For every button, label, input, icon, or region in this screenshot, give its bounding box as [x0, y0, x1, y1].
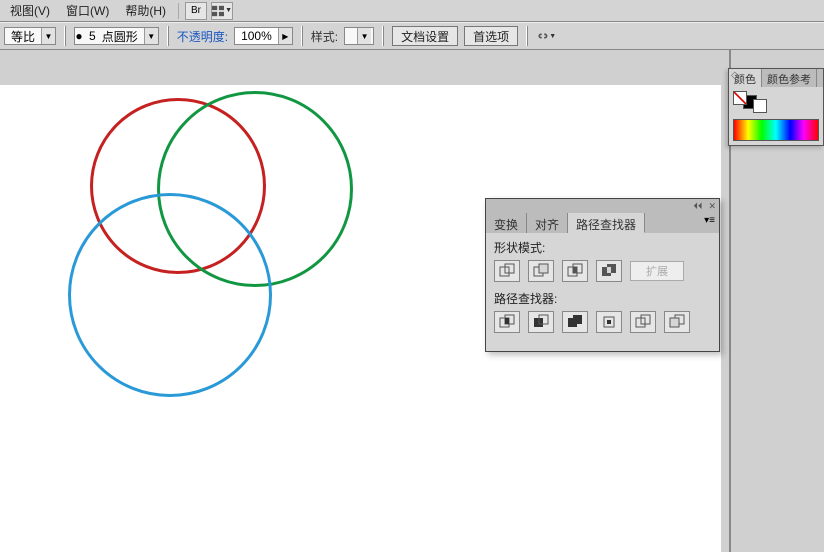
separator: [167, 26, 169, 46]
ratio-dropdown-label: 等比: [5, 28, 41, 45]
grid-icon: [212, 5, 224, 17]
intersect-button[interactable]: [562, 260, 588, 282]
fill-swatch[interactable]: [753, 99, 767, 113]
crop-button[interactable]: [596, 311, 622, 333]
blue-circle-shape[interactable]: [68, 193, 272, 397]
stroke-profile-label: 点圆形: [102, 28, 144, 45]
tab-align[interactable]: 对齐: [527, 213, 568, 233]
stroke-profile-dropdown[interactable]: ● 5 点圆形 ▼: [74, 27, 159, 45]
panel-grip-icon[interactable]: ◇: [731, 70, 739, 81]
menu-window[interactable]: 窗口(W): [60, 0, 115, 21]
minus-back-button[interactable]: [664, 311, 690, 333]
color-panel[interactable]: ◇ 颜色 颜色参考: [728, 68, 824, 146]
exclude-button[interactable]: [596, 260, 622, 282]
tab-transform[interactable]: 变换: [486, 213, 527, 233]
chevron-down-icon: ▼: [225, 7, 232, 14]
trim-button[interactable]: [528, 311, 554, 333]
menu-help[interactable]: 帮助(H): [119, 0, 172, 21]
ratio-dropdown[interactable]: 等比 ▼: [4, 27, 56, 45]
bridge-button[interactable]: Br: [185, 2, 207, 20]
divide-button[interactable]: [494, 311, 520, 333]
separator: [382, 26, 384, 46]
preferences-label: 首选项: [473, 28, 509, 45]
separator: [64, 26, 66, 46]
minus-front-button[interactable]: [528, 260, 554, 282]
color-spectrum[interactable]: [733, 119, 819, 141]
separator: [178, 3, 179, 19]
pathfinders-label: 路径查找器:: [494, 290, 711, 307]
collapse-icon[interactable]: ⏴⏴: [693, 201, 702, 212]
document-setup-label: 文档设置: [401, 28, 449, 45]
pathfinder-panel[interactable]: ⏴⏴ ✕ 变换 对齐 路径查找器 ▾≡ 形状模式: 扩展 路径查找器:: [485, 198, 720, 352]
options-bar: 等比 ▼ ● 5 点圆形 ▼ 不透明度: 100% ▶ 样式: ▼ 文档设置 首…: [0, 22, 824, 50]
chevron-right-icon: ▶: [278, 28, 292, 44]
chevron-down-icon: ▼: [144, 28, 158, 44]
opacity-label[interactable]: 不透明度:: [177, 28, 228, 45]
tab-color-guide[interactable]: 颜色参考: [762, 69, 817, 87]
style-label: 样式:: [311, 28, 338, 45]
document-setup-button[interactable]: 文档设置: [392, 26, 458, 46]
menubar: 视图(V) 窗口(W) 帮助(H) Br ▼: [0, 0, 824, 22]
menu-view[interactable]: 视图(V): [4, 0, 56, 21]
separator: [526, 26, 528, 46]
panel-menu-icon[interactable]: ▾≡: [700, 213, 719, 233]
opacity-input[interactable]: 100% ▶: [234, 27, 293, 45]
arrange-documents-button[interactable]: ▼: [211, 2, 233, 20]
chain-icon[interactable]: ▼: [536, 27, 556, 45]
opacity-value: 100%: [235, 29, 278, 43]
bullet-icon: ●: [75, 29, 83, 43]
expand-button[interactable]: 扩展: [630, 261, 684, 281]
color-panel-tabs: 颜色 颜色参考: [729, 69, 823, 87]
chevron-down-icon: ▼: [357, 28, 371, 44]
fill-stroke-swatch[interactable]: [729, 87, 823, 117]
panel-titlebar[interactable]: ⏴⏴ ✕: [486, 199, 719, 213]
bridge-icon: Br: [191, 5, 201, 16]
outline-button[interactable]: [630, 311, 656, 333]
shape-modes-row: 扩展: [494, 260, 711, 282]
close-icon[interactable]: ✕: [708, 201, 716, 212]
separator: [301, 26, 303, 46]
shape-modes-label: 形状模式:: [494, 239, 711, 256]
stroke-value: 5: [83, 29, 102, 43]
chevron-down-icon: ▼: [41, 28, 55, 44]
style-dropdown[interactable]: ▼: [344, 27, 374, 45]
pathfinders-row: [494, 311, 711, 333]
tab-pathfinder[interactable]: 路径查找器: [568, 213, 645, 233]
pathfinder-body: 形状模式: 扩展 路径查找器:: [486, 233, 719, 351]
unite-button[interactable]: [494, 260, 520, 282]
chevron-down-icon: ▼: [549, 33, 556, 40]
preferences-button[interactable]: 首选项: [464, 26, 518, 46]
pathfinder-tabs: 变换 对齐 路径查找器 ▾≡: [486, 213, 719, 233]
merge-button[interactable]: [562, 311, 588, 333]
